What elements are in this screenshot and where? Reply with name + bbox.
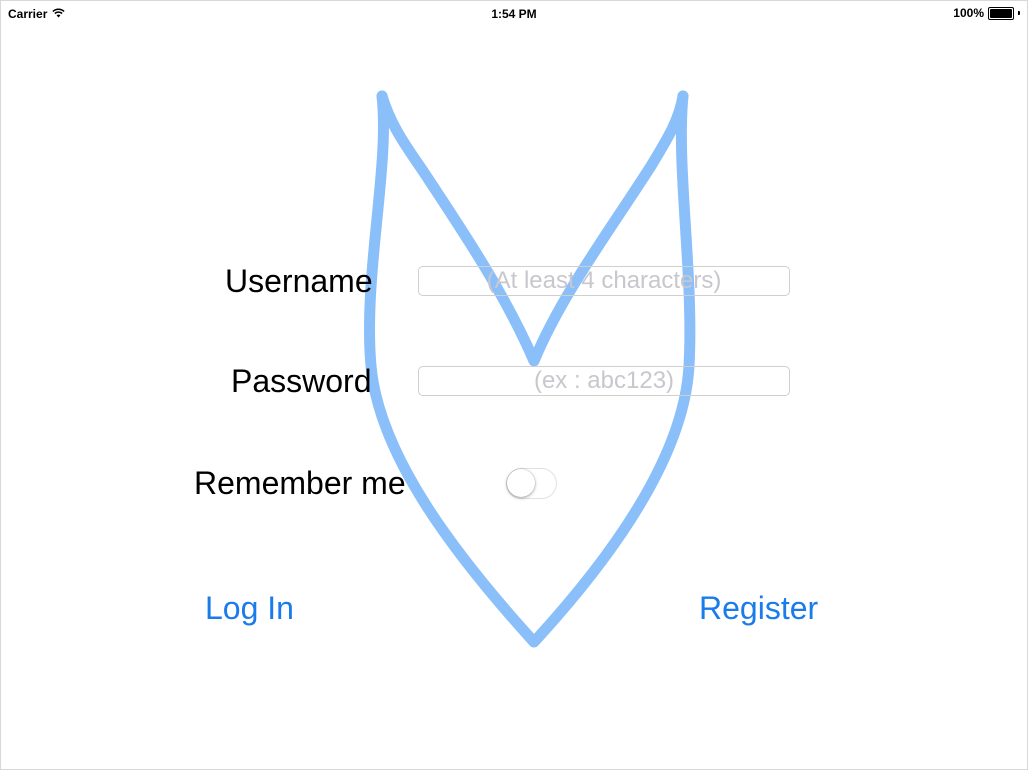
battery-icon — [988, 6, 1014, 20]
username-input[interactable] — [418, 266, 790, 296]
status-time: 1:54 PM — [491, 7, 537, 21]
status-bar: Carrier 1:54 PM 100% — [1, 1, 1027, 27]
register-button[interactable]: Register — [699, 590, 818, 627]
battery-percent: 100% — [953, 6, 984, 20]
password-label: Password — [231, 363, 372, 399]
login-screen: Carrier 1:54 PM 100% Username (At least … — [0, 0, 1028, 770]
username-label: Username — [225, 263, 373, 299]
login-button[interactable]: Log In — [205, 590, 294, 627]
battery-tip-icon — [1018, 11, 1020, 15]
password-input[interactable] — [418, 366, 790, 396]
remember-me-toggle[interactable] — [506, 468, 557, 499]
toggle-knob — [507, 469, 535, 497]
status-right: 100% — [953, 6, 1020, 20]
remember-me-label: Remember me — [194, 465, 406, 501]
